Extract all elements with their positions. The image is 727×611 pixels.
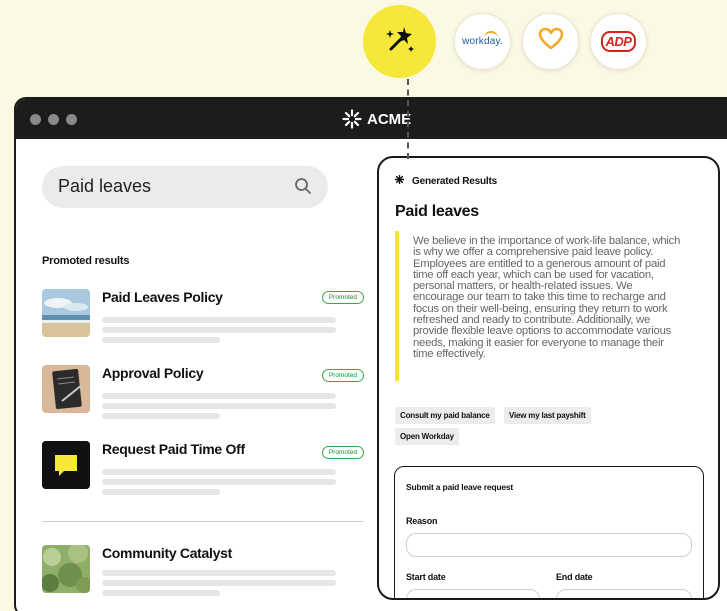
result-title[interactable]: Approval Policy [102,365,204,381]
result-title[interactable]: Request Paid Time Off [102,441,245,457]
generate-button[interactable] [363,5,436,78]
end-date-field[interactable] [556,589,692,598]
generated-heading-label: Generated Results [412,175,497,187]
benefits-integration[interactable] [522,13,579,70]
view-payshift-button[interactable]: View my last payshift [504,407,591,424]
magic-wand-icon [383,22,417,61]
placeholder-line [102,479,336,485]
promoted-heading: Promoted results [42,255,130,267]
adp-integration[interactable]: ADP [590,13,647,70]
notebook-image [42,365,90,413]
brand-name: ACME [367,110,412,128]
heart-icon [538,27,564,56]
placeholder-line [102,570,336,576]
generated-answer: We believe in the importance of work-lif… [395,231,685,381]
reason-field[interactable] [406,533,692,557]
generated-title: Paid leaves [395,203,479,220]
placeholder-line [102,327,336,333]
result-title[interactable]: Paid Leaves Policy [102,289,223,305]
connector-line [407,79,409,159]
workday-integration[interactable]: workday. [454,13,511,70]
placeholder-line [102,337,220,343]
search-bar[interactable]: Paid leaves [42,166,328,208]
adp-logo: ADP [600,31,637,52]
result-title[interactable]: Community Catalyst [102,545,232,561]
title-bar: ACME [16,99,727,139]
placeholder-line [102,317,336,323]
placeholder-line [102,403,336,409]
acme-logo-icon [342,109,362,129]
beach-image [42,289,90,337]
placeholder-line [102,413,220,419]
placeholder-line [102,469,336,475]
window-minimize-dot[interactable] [48,114,59,125]
placeholder-line [102,393,336,399]
placeholder-line [102,489,220,495]
placeholder-line [102,590,220,596]
window-maximize-dot[interactable] [66,114,77,125]
search-input[interactable]: Paid leaves [58,176,151,197]
promoted-badge: Promoted [321,369,364,382]
promoted-badge: Promoted [321,291,364,304]
app-window: ACME Paid leaves Promoted results Paid L… [14,97,727,611]
placeholder-line [102,580,336,586]
grass-image [42,545,90,593]
divider [42,521,364,522]
result-item[interactable]: Request Paid Time Off Promoted [42,441,364,501]
result-item[interactable]: Approval Policy Promoted [42,365,364,425]
reason-label: Reason [406,516,438,526]
window-close-dot[interactable] [30,114,41,125]
end-date-label: End date [556,572,593,582]
sparkle-icon [394,174,405,187]
start-date-field[interactable] [406,589,540,598]
search-icon[interactable] [294,177,312,200]
brand: ACME [342,109,411,129]
community-item[interactable]: Community Catalyst [42,545,338,605]
start-date-label: Start date [406,572,446,582]
form-title: Submit a paid leave request [406,482,514,492]
workday-logo: workday. [462,31,503,47]
chat-icon [42,441,90,489]
leave-request-form: Submit a paid leave request Reason Start… [394,466,704,598]
generated-heading: Generated Results [394,174,497,187]
consult-balance-button[interactable]: Consult my paid balance [395,407,495,424]
open-workday-button[interactable]: Open Workday [395,428,459,445]
result-item[interactable]: Paid Leaves Policy Promoted [42,289,364,349]
promoted-badge: Promoted [321,446,364,459]
generated-results-panel: Generated Results Paid leaves We believe… [377,156,720,600]
